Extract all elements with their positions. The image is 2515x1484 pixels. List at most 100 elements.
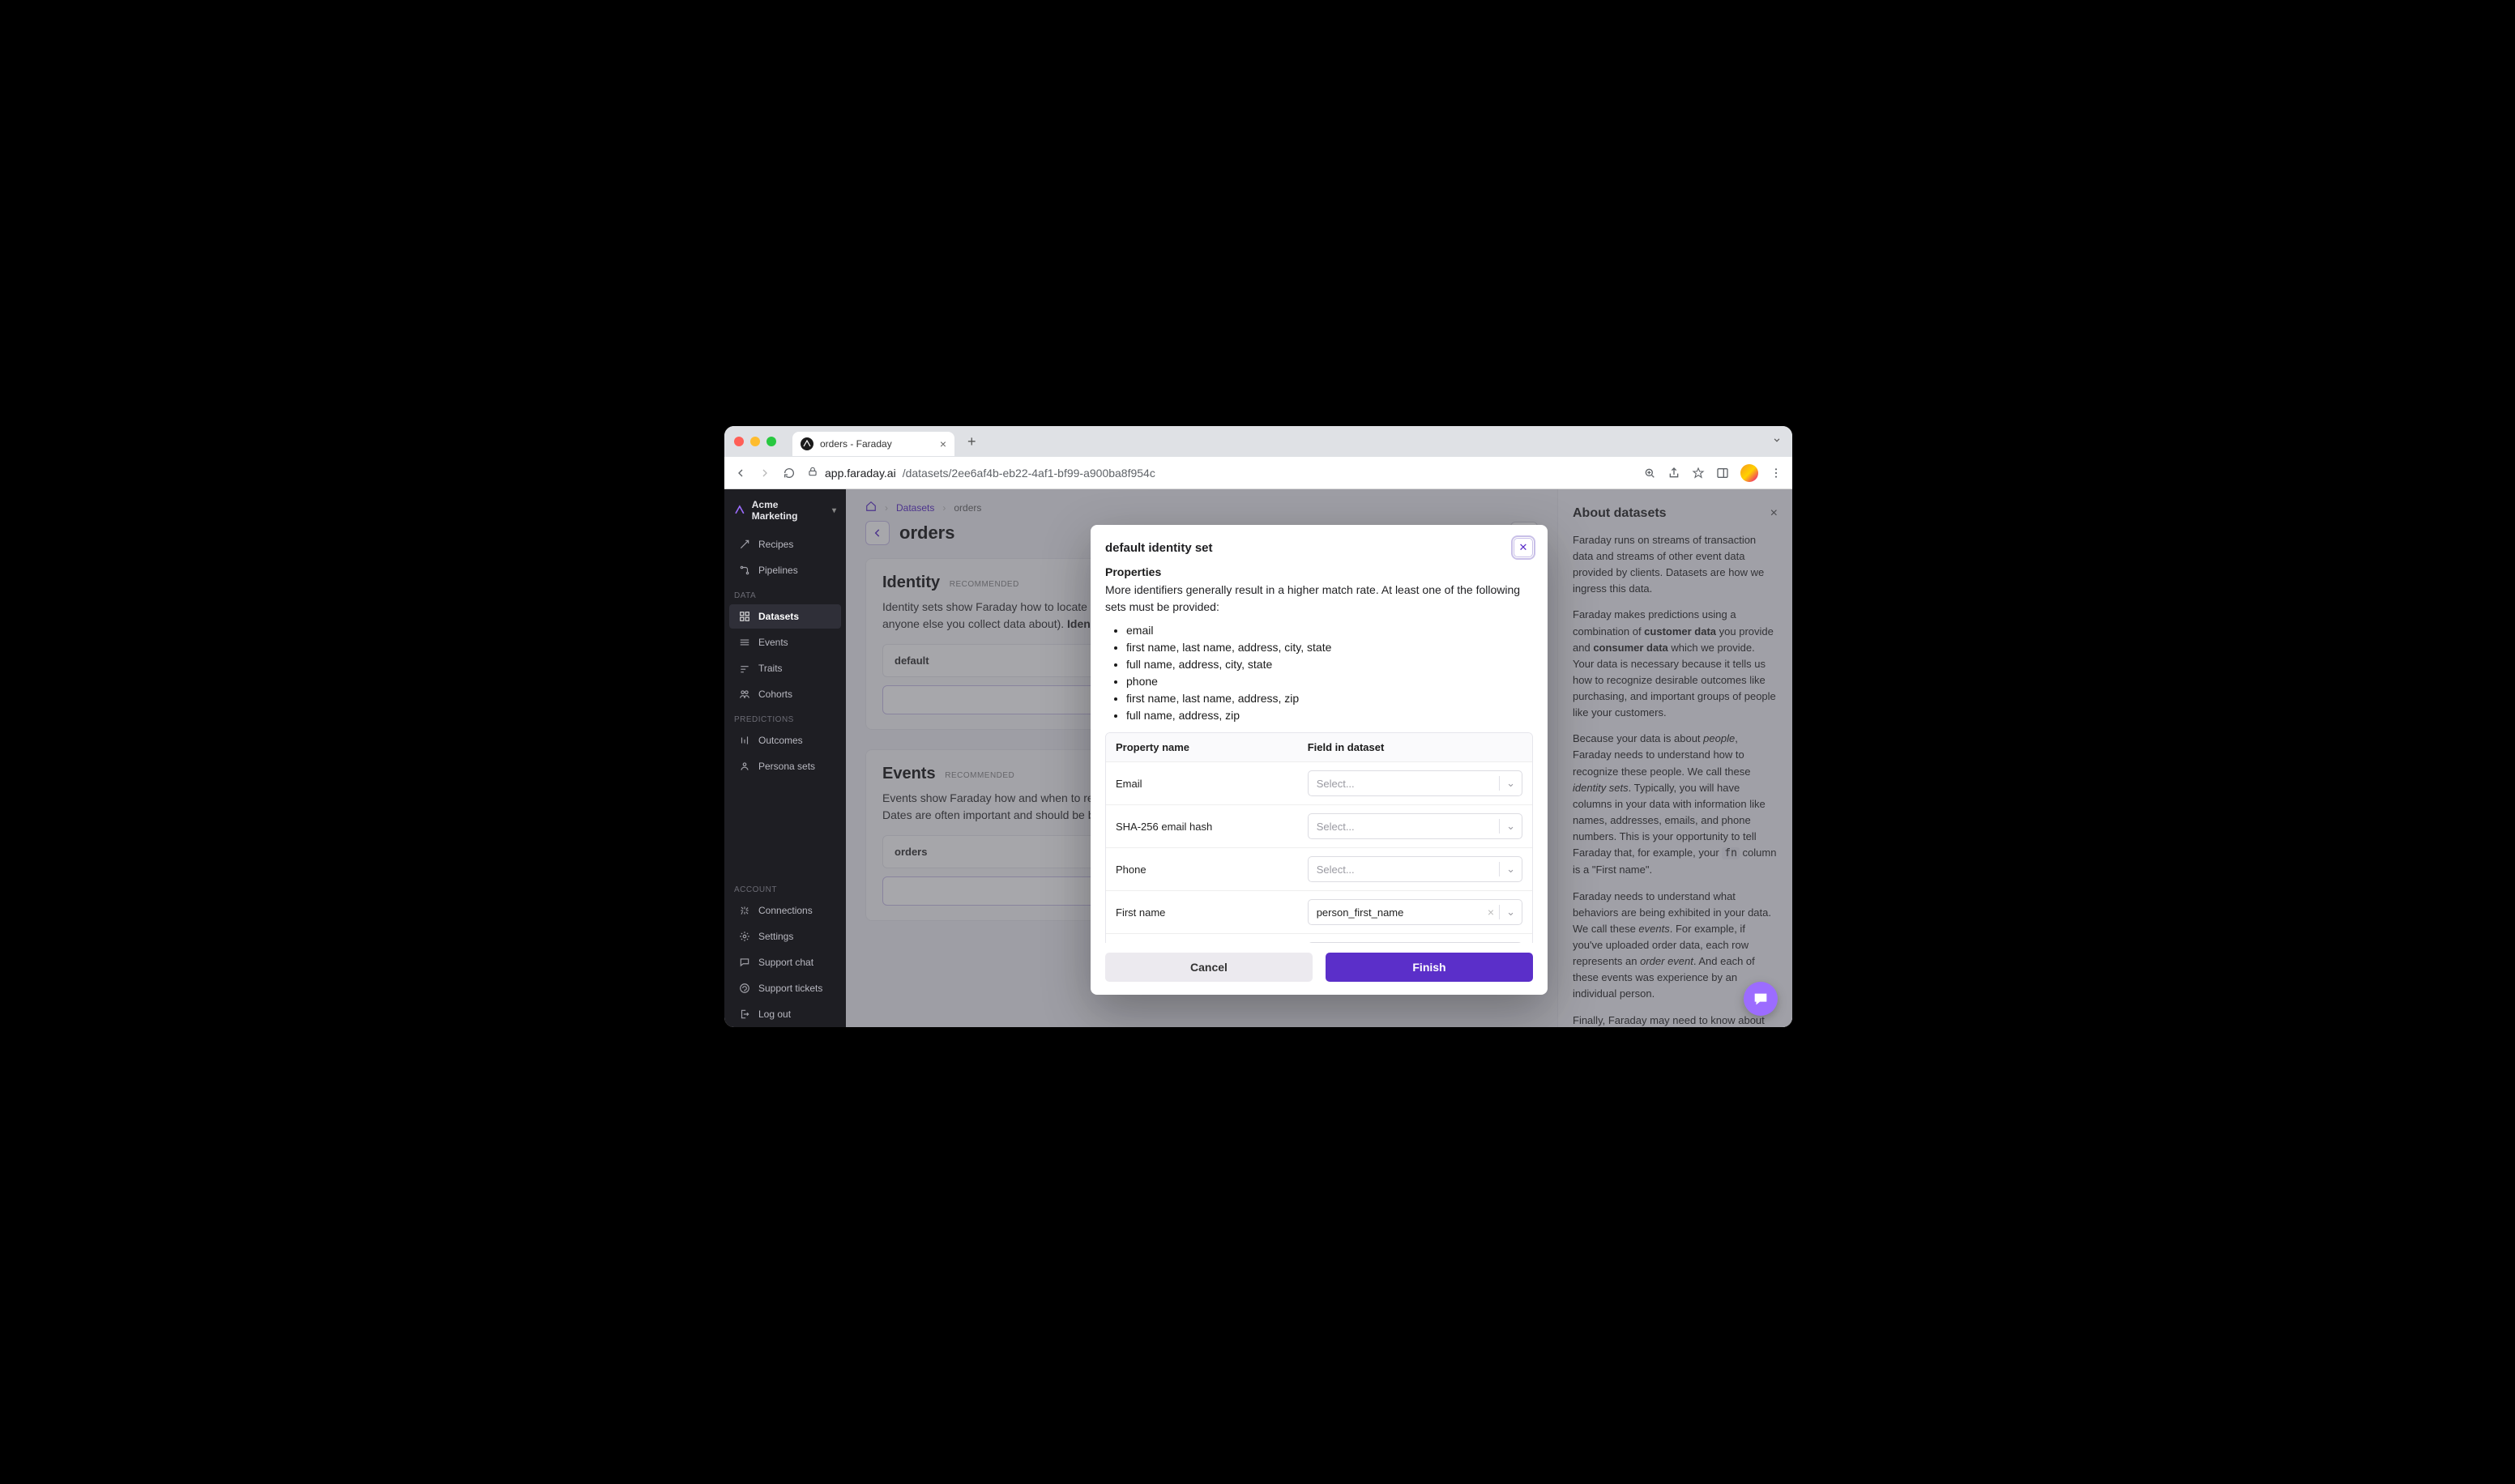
sidebar: Acme Marketing ▾ Recipes Pipelines DATA … <box>724 489 846 1027</box>
modal-overlay: default identity set ✕ Properties More i… <box>846 489 1792 1027</box>
table-row: SHA-256 email hash Select... ⌄ <box>1106 805 1532 848</box>
sidebar-item-label: Connections <box>758 905 813 916</box>
sidebar-item-support-chat[interactable]: Support chat <box>729 950 841 974</box>
close-tab-icon[interactable]: × <box>940 437 946 450</box>
browser-tab[interactable]: orders - Faraday × <box>792 432 954 456</box>
sidebar-section-data: DATA <box>724 583 846 603</box>
sidebar-item-datasets[interactable]: Datasets <box>729 604 841 629</box>
property-label: Email <box>1106 770 1298 798</box>
settings-icon <box>739 931 750 942</box>
sidebar-item-traits[interactable]: Traits <box>729 656 841 680</box>
cancel-button[interactable]: Cancel <box>1105 953 1313 982</box>
url-path: /datasets/2ee6af4b-eb22-4af1-bf99-a900ba… <box>903 467 1155 480</box>
clear-icon[interactable]: × <box>1483 906 1499 919</box>
sidebar-item-support-tickets[interactable]: Support tickets <box>729 976 841 1000</box>
sidebar-section-account: ACCOUNT <box>724 877 846 898</box>
logo-icon <box>734 505 745 516</box>
cohorts-icon <box>739 689 750 700</box>
list-item: email <box>1126 622 1533 639</box>
datasets-icon <box>739 611 750 622</box>
bookmark-icon[interactable] <box>1692 467 1705 480</box>
persona-sets-icon <box>739 761 750 772</box>
lock-icon <box>807 466 818 480</box>
sidepanel-icon[interactable] <box>1716 467 1729 480</box>
address-bar[interactable]: app.faraday.ai/datasets/2ee6af4b-eb22-4a… <box>807 466 1632 480</box>
org-switcher[interactable]: Acme Marketing ▾ <box>724 489 846 531</box>
browser-menu-icon[interactable] <box>1770 467 1783 480</box>
zoom-icon[interactable] <box>1643 467 1656 480</box>
property-label: First name <box>1106 898 1298 927</box>
sidebar-item-label: Settings <box>758 931 793 942</box>
sidebar-item-outcomes[interactable]: Outcomes <box>729 728 841 753</box>
sidebar-item-label: Cohorts <box>758 689 792 700</box>
modal-title: default identity set <box>1105 541 1213 555</box>
sidebar-item-label: Events <box>758 637 788 648</box>
tab-title: orders - Faraday <box>820 438 892 450</box>
sidebar-item-label: Support tickets <box>758 983 822 994</box>
profile-avatar[interactable] <box>1740 464 1758 482</box>
sidebar-item-pipelines[interactable]: Pipelines <box>729 558 841 582</box>
field-select-first-name[interactable]: person_first_name × ⌄ <box>1308 899 1522 925</box>
col-property-name: Property name <box>1106 733 1298 761</box>
close-window[interactable] <box>734 437 744 446</box>
sidebar-item-label: Recipes <box>758 539 793 550</box>
main: › Datasets › orders orders <box>846 489 1792 1027</box>
forward-icon[interactable] <box>758 467 771 480</box>
app-root: Acme Marketing ▾ Recipes Pipelines DATA … <box>724 489 1792 1027</box>
field-select-email-hash[interactable]: Select... ⌄ <box>1308 813 1522 839</box>
minimize-window[interactable] <box>750 437 760 446</box>
traits-icon <box>739 663 750 674</box>
table-row: Phone Select... ⌄ <box>1106 848 1532 891</box>
pipelines-icon <box>739 565 750 576</box>
sidebar-item-cohorts[interactable]: Cohorts <box>729 682 841 706</box>
sidebar-item-settings[interactable]: Settings <box>729 924 841 949</box>
sidebar-item-logout[interactable]: Log out <box>729 1002 841 1026</box>
modal-close-button[interactable]: ✕ <box>1514 538 1533 557</box>
back-icon[interactable] <box>734 467 747 480</box>
field-select-email[interactable]: Select... ⌄ <box>1308 770 1522 796</box>
browser-window: orders - Faraday × + app.faraday.ai/data… <box>724 426 1792 1027</box>
list-item: full name, address, zip <box>1126 707 1533 724</box>
sidebar-item-events[interactable]: Events <box>729 630 841 655</box>
property-table: Property name Field in dataset Email Sel… <box>1105 732 1533 943</box>
chevron-down-icon: ⌄ <box>1500 777 1515 790</box>
modal-requirements-list: email first name, last name, address, ci… <box>1105 622 1533 724</box>
table-row: Last name person_last_name × ⌄ <box>1106 934 1532 943</box>
browser-toolbar-right <box>1643 464 1783 482</box>
field-select-last-name[interactable]: person_last_name × ⌄ <box>1308 942 1522 943</box>
sidebar-item-persona-sets[interactable]: Persona sets <box>729 754 841 778</box>
maximize-window[interactable] <box>766 437 776 446</box>
sidebar-item-label: Log out <box>758 1009 791 1020</box>
sidebar-item-label: Support chat <box>758 957 813 968</box>
tickets-icon <box>739 983 750 994</box>
sidebar-item-connections[interactable]: Connections <box>729 898 841 923</box>
list-item: first name, last name, address, zip <box>1126 690 1533 707</box>
url-domain: app.faraday.ai <box>825 467 896 480</box>
sidebar-item-label: Datasets <box>758 611 799 622</box>
new-tab-button[interactable]: + <box>963 433 981 450</box>
events-icon <box>739 637 750 648</box>
table-row: First name person_first_name × ⌄ <box>1106 891 1532 934</box>
sidebar-item-label: Outcomes <box>758 735 803 746</box>
reload-icon[interactable] <box>783 467 796 480</box>
identity-set-modal: default identity set ✕ Properties More i… <box>1091 525 1548 995</box>
field-select-phone[interactable]: Select... ⌄ <box>1308 856 1522 882</box>
recipes-icon <box>739 539 750 550</box>
list-item: full name, address, city, state <box>1126 656 1533 673</box>
modal-description: More identifiers generally result in a h… <box>1105 582 1533 616</box>
list-item: first name, last name, address, city, st… <box>1126 639 1533 656</box>
sidebar-item-label: Pipelines <box>758 565 798 576</box>
sidebar-item-label: Traits <box>758 663 783 674</box>
chevron-down-icon: ▾ <box>832 506 836 515</box>
window-controls <box>734 437 776 446</box>
finish-button[interactable]: Finish <box>1326 953 1533 982</box>
tabs-overflow-icon[interactable] <box>1771 434 1783 448</box>
sidebar-item-label: Persona sets <box>758 761 815 772</box>
list-item: phone <box>1126 673 1533 690</box>
url-bar: app.faraday.ai/datasets/2ee6af4b-eb22-4a… <box>724 457 1792 489</box>
support-chat-bubble[interactable] <box>1744 982 1778 1016</box>
sidebar-item-recipes[interactable]: Recipes <box>729 532 841 556</box>
share-icon[interactable] <box>1667 467 1680 480</box>
table-row: Email Select... ⌄ <box>1106 762 1532 805</box>
connections-icon <box>739 905 750 916</box>
